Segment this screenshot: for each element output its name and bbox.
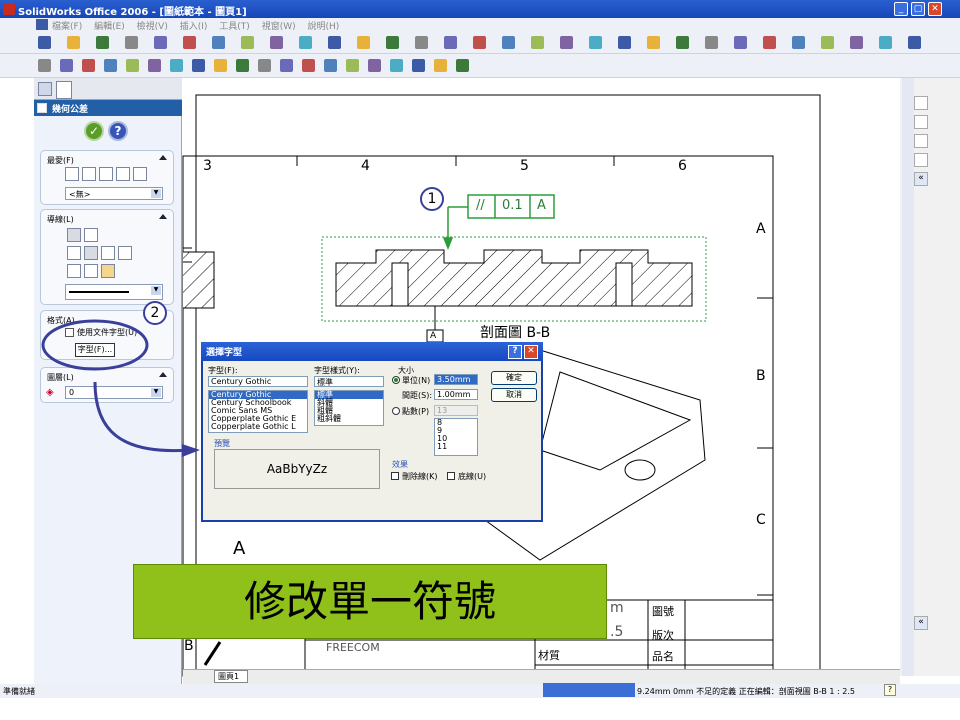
- fcf-arrowhead: [442, 237, 454, 251]
- home-icon[interactable]: [914, 96, 928, 110]
- underline-label: 底線(U): [458, 472, 487, 481]
- view-label-b: B: [184, 638, 194, 654]
- annotation-arrowhead: [182, 444, 200, 457]
- zone-label-a: A: [756, 221, 766, 237]
- ok-button[interactable]: 確定: [491, 371, 537, 385]
- library-icon[interactable]: [914, 115, 928, 129]
- hole-right: [615, 262, 633, 307]
- help-icon[interactable]: ?: [508, 345, 522, 359]
- partial-view-left: [183, 251, 215, 309]
- caption-banner: 修改單一符號: [133, 564, 607, 639]
- titleblock-r1: m: [610, 600, 624, 616]
- section-part[interactable]: [335, 249, 693, 307]
- style-option[interactable]: 粗斜體: [315, 415, 383, 423]
- style-label: 字型樣式(Y):: [314, 366, 360, 375]
- style-input[interactable]: 標準: [314, 376, 384, 387]
- effects-label: 效果: [392, 460, 408, 469]
- help-icon[interactable]: ?: [884, 684, 896, 696]
- titleblock-material: 材質: [538, 649, 560, 662]
- strikeout-checkbox[interactable]: [391, 472, 399, 480]
- status-info: 9.24mm 0mm 不足的定義 正在編輯：剖面視圖 B-B 1 : 2.5: [637, 687, 855, 696]
- unit-input[interactable]: 3.50mm: [434, 374, 478, 385]
- font-label: 字型(F):: [208, 366, 238, 375]
- titleblock-r2: .5: [610, 624, 624, 640]
- vertical-scrollbar[interactable]: [902, 78, 914, 676]
- callout-2: 2: [143, 301, 167, 325]
- unit-label: 單位(N): [402, 376, 431, 385]
- points-list[interactable]: 8 9 10 11: [434, 418, 478, 456]
- points-radio[interactable]: [392, 407, 400, 415]
- palette-icon[interactable]: [914, 153, 928, 167]
- zone-label-6: 6: [678, 158, 687, 174]
- section-label: 剖面圖 B-B: [480, 325, 551, 341]
- zone-label-5: 5: [520, 158, 529, 174]
- style-list[interactable]: 標準 斜體 粗體 粗斜體: [314, 390, 384, 426]
- datum-a-label: A: [430, 331, 437, 341]
- titleblock-part-name: 品名: [652, 650, 674, 663]
- font-dialog-title: 選擇字型: [201, 342, 543, 361]
- collapse-pane-icon[interactable]: «: [914, 172, 928, 186]
- titleblock-revision: 版次: [652, 629, 674, 642]
- points-input[interactable]: 13: [434, 405, 478, 416]
- zone-label-b: B: [756, 368, 766, 384]
- cancel-button[interactable]: 取消: [491, 388, 537, 402]
- close-icon[interactable]: ✕: [524, 345, 538, 359]
- leader-arrow: [203, 641, 222, 666]
- annotation-ellipse-format: [41, 319, 149, 371]
- sheet-tab-bar: [183, 669, 900, 684]
- iso-part-top: [539, 371, 692, 471]
- iso-hole: [624, 459, 656, 481]
- fcf-datum: A: [537, 198, 546, 213]
- callout-1: 1: [420, 187, 444, 211]
- fcf-symbol: //: [476, 198, 485, 213]
- font-list[interactable]: Century Gothic Century Schoolbook Comic …: [208, 390, 308, 433]
- expand-pane-icon[interactable]: «: [914, 616, 928, 630]
- zone-label-3: 3: [203, 158, 212, 174]
- unit-radio[interactable]: [392, 376, 400, 384]
- preview-label: 預覽: [214, 439, 230, 448]
- hole-left: [391, 262, 409, 307]
- preview-box: AaBbYyZz: [214, 449, 380, 489]
- points-option[interactable]: 11: [435, 443, 477, 451]
- sheet-tab[interactable]: 圖頁1: [214, 670, 248, 683]
- strikeout-label: 刪除線(K): [402, 472, 438, 481]
- zone-label-4: 4: [361, 158, 370, 174]
- status-text: 準備就緒: [3, 687, 35, 696]
- status-toolbar[interactable]: [543, 683, 635, 697]
- font-input[interactable]: Century Gothic: [208, 376, 308, 387]
- titleblock-drawing-no: 圖號: [652, 605, 674, 618]
- font-option[interactable]: Copperplate Gothic L: [209, 423, 307, 431]
- titleblock-company: FREECOM: [326, 641, 380, 654]
- spacing-input[interactable]: 1.00mm: [434, 389, 478, 400]
- explorer-icon[interactable]: [914, 134, 928, 148]
- spacing-label: 間距(S):: [402, 391, 433, 400]
- view-label-a: A: [233, 538, 246, 559]
- points-label: 點數(P): [402, 407, 430, 416]
- fcf-tolerance: 0.1: [502, 198, 523, 213]
- zone-label-c: C: [756, 512, 766, 528]
- annotation-arrow: [93, 381, 191, 453]
- underline-checkbox[interactable]: [447, 472, 455, 480]
